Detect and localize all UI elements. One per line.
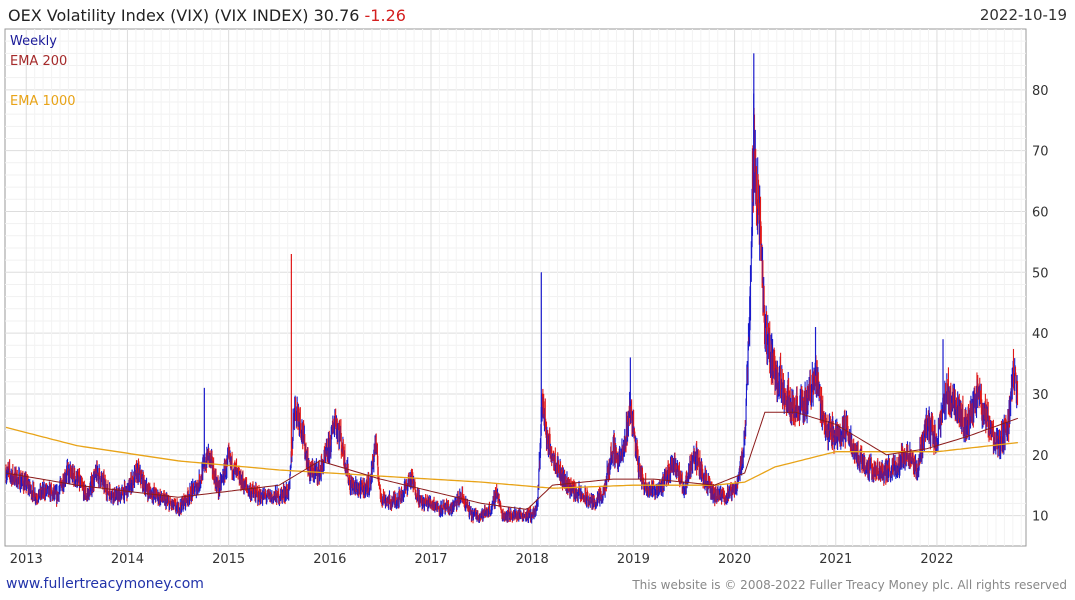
legend-item: EMA 1000 bbox=[10, 94, 76, 109]
x-tick-label: 2019 bbox=[617, 552, 650, 567]
y-tick-label: 30 bbox=[1032, 388, 1049, 403]
y-tick-label: 40 bbox=[1032, 327, 1049, 342]
legend-item: Weekly bbox=[10, 34, 57, 49]
y-tick-label: 60 bbox=[1032, 205, 1049, 220]
y-tick-label: 80 bbox=[1032, 84, 1049, 99]
x-tick-label: 2015 bbox=[212, 552, 245, 567]
x-tick-label: 2021 bbox=[819, 552, 852, 567]
x-tick-label: 2022 bbox=[920, 552, 953, 567]
legend-item: EMA 200 bbox=[10, 54, 67, 69]
y-tick-label: 50 bbox=[1032, 266, 1049, 281]
x-tick-label: 2014 bbox=[111, 552, 144, 567]
x-tick-label: 2013 bbox=[10, 552, 43, 567]
y-tick-label: 70 bbox=[1032, 145, 1049, 160]
y-tick-label: 20 bbox=[1032, 449, 1049, 464]
x-tick-label: 2018 bbox=[516, 552, 549, 567]
vix-chart: 10 20 30 40 50 60 70 80 2013 2014 2015 2016 2017 2018… bbox=[4, 28, 1049, 567]
x-tick-label: 2020 bbox=[718, 552, 751, 567]
site-link[interactable]: www.fullertreacymoney.com bbox=[6, 576, 204, 592]
copyright-text: This website is © 2008-2022 Fuller Treac… bbox=[632, 578, 1067, 592]
x-tick-label: 2017 bbox=[414, 552, 447, 567]
y-tick-label: 10 bbox=[1032, 510, 1049, 525]
x-tick-label: 2016 bbox=[313, 552, 346, 567]
